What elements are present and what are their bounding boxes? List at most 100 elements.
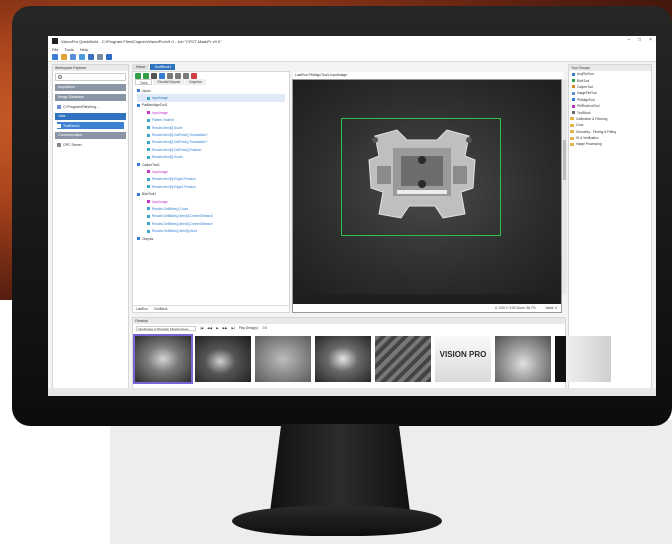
category-communication[interactable]: Communication <box>55 132 126 139</box>
tool-list-label: BlobTool <box>577 78 590 83</box>
filmstrip-thumbnail[interactable] <box>555 336 611 382</box>
folder-icon <box>570 142 574 146</box>
minimize-button[interactable]: – <box>627 37 630 43</box>
first-frame-button[interactable]: |◀ <box>200 326 203 330</box>
tree-terminal-node[interactable]: Results.GetBlobs().Count <box>137 205 285 212</box>
tab-tools[interactable]: Tools <box>135 79 153 85</box>
tree-terminal-node[interactable]: Results.GetBlobs().Item[0].CenterOfMassX <box>137 213 285 220</box>
tree-terminal-node[interactable]: Results.Item[0].Edge0.Position <box>137 176 285 183</box>
category-image-database[interactable]: Image Database <box>55 94 126 101</box>
tree-node-label: Results.Item[0].GetPose().TranslationY <box>152 140 208 145</box>
home-icon[interactable] <box>52 54 58 60</box>
play-delay-value[interactable]: 0.0 <box>263 326 267 330</box>
terminal-icon <box>147 96 150 100</box>
tool-icon <box>137 89 140 93</box>
category-jobs[interactable]: Jobs <box>55 113 126 120</box>
tree-node-label: InputImage <box>152 199 168 204</box>
footer-toolblock[interactable]: ToolBlock <box>154 307 168 311</box>
rewind-button[interactable]: ◀◀ <box>207 326 212 330</box>
tree-terminal-node[interactable]: Results.GetBlobs().Item[0].Area <box>137 227 285 234</box>
menu-bar: File Tools Help <box>48 46 656 53</box>
image-database-item-label: C:\Program\Files\Img... <box>63 104 99 109</box>
job-item[interactable]: ToolBlock1 <box>57 122 124 129</box>
tool-folder-label: Calibration & Fixturing <box>576 116 608 121</box>
open-icon[interactable] <box>61 54 67 60</box>
delete-icon[interactable] <box>191 72 197 79</box>
filmstrip-thumbnail[interactable] <box>195 336 251 382</box>
tree-node-label: Results.Item[0].Edge0.Position <box>152 177 196 182</box>
tree-terminal-node[interactable]: InputImage <box>137 94 285 102</box>
tree-terminal-node[interactable]: InputImage <box>137 109 285 116</box>
paste-icon[interactable] <box>183 72 189 79</box>
inspection-image[interactable] <box>293 80 561 294</box>
filmstrip-thumbnail[interactable] <box>375 336 431 382</box>
image-database-item[interactable]: C:\Program\Files\Img... <box>57 103 124 110</box>
fast-forward-button[interactable]: ▶▶ <box>223 326 228 330</box>
tree-tool-node[interactable]: Inputs <box>137 87 285 94</box>
terminal-icon <box>147 229 150 233</box>
tree-terminal-node[interactable]: Results.Item[0].Score <box>137 154 285 161</box>
viewer-scroll-thumb[interactable] <box>563 140 566 180</box>
tree-tool-node[interactable]: PatMaxAlignTool1 <box>137 102 285 109</box>
tree-terminal-node[interactable]: Results.Item[0].GetPose().Rotation <box>137 146 285 153</box>
footer-lastrun[interactable]: LastRun <box>136 307 148 311</box>
job-item-label: ToolBlock1 <box>63 123 80 128</box>
menu-file[interactable]: File <box>52 47 58 52</box>
tab-graphics[interactable]: Graphics <box>185 79 206 85</box>
tree-tool-node[interactable]: CaliperTool1 <box>137 161 285 168</box>
tool-groups-list: AcqFifoTool BlobTool CaliperTool ImageFileT… <box>569 71 651 148</box>
maximize-button[interactable]: □ <box>638 37 641 43</box>
close-button[interactable]: × <box>649 37 652 43</box>
folder-icon <box>570 123 574 127</box>
stop-icon[interactable] <box>151 72 157 79</box>
category-acquisition[interactable]: Acquisition <box>55 84 126 91</box>
tree-tool-node[interactable]: Outputs <box>137 235 285 242</box>
terminal-icon <box>147 177 150 181</box>
viewer-scrollbar[interactable] <box>562 80 567 294</box>
tab-toolblock1[interactable]: ToolBlock1 <box>150 64 176 70</box>
menu-help[interactable]: Help <box>80 47 88 52</box>
tool-folder-label: Color <box>576 123 584 128</box>
explorer-search-input[interactable] <box>55 73 126 81</box>
tree-terminal-node[interactable]: InputImage <box>137 198 285 205</box>
tree-terminal-node[interactable]: Results.Item[0].GetPose().TranslationX <box>137 131 285 138</box>
menu-tools[interactable]: Tools <box>64 47 73 52</box>
cut-icon[interactable] <box>167 72 173 79</box>
tree-terminal-node[interactable]: Results.Item[0].GetPose().TranslationY <box>137 139 285 146</box>
tree-node-label: Results.Item[0].Score <box>152 125 183 130</box>
tree-node-label: Results.Item[0].GetPose().TranslationX <box>152 133 208 138</box>
save-all-icon[interactable] <box>79 54 85 60</box>
play-button[interactable]: ▶ <box>216 326 218 330</box>
copy-icon[interactable] <box>175 72 181 79</box>
filmstrip-thumbnail[interactable]: VISION PRO <box>435 336 491 382</box>
run-continuous-icon[interactable] <box>143 72 149 79</box>
terminal-icon <box>147 222 150 226</box>
filmstrip-thumbnail[interactable] <box>133 334 193 384</box>
save-icon[interactable] <box>70 54 76 60</box>
filmstrip-path-field[interactable]: InputImage.C:\Program Files\Cognex\ <box>136 325 196 331</box>
run-icon[interactable] <box>135 72 141 79</box>
filmstrip-thumbnail[interactable] <box>495 336 551 382</box>
tool-folder-item[interactable]: Image Processing <box>569 141 651 147</box>
filmstrip-thumbnail[interactable] <box>315 336 371 382</box>
tree-tool-node[interactable]: BlobTool1 <box>137 190 285 197</box>
tree-terminal-node[interactable]: InputImage <box>137 168 285 175</box>
add-tool-icon[interactable] <box>159 72 165 79</box>
workspace-explorer-header: Workspace Explorer <box>53 65 128 71</box>
tab-home[interactable]: Home <box>132 64 150 70</box>
document-tabs: Home ToolBlock1 <box>132 64 592 70</box>
layout-icon[interactable] <box>106 54 112 60</box>
comm-item[interactable]: OPC Server <box>57 141 124 148</box>
tree-terminal-node[interactable]: Results.GetBlobs().Item[0].CenterOfMassY <box>137 220 285 227</box>
tool-list-label: AcqFifoTool <box>577 72 594 77</box>
window-controls: – □ × <box>627 37 652 43</box>
tree-terminal-node[interactable]: Pattern.Trained <box>137 117 285 124</box>
settings-icon[interactable] <box>97 54 103 60</box>
filmstrip-thumbnail[interactable] <box>255 336 311 382</box>
tree-terminal-node[interactable]: Results.Item[0].Score <box>137 124 285 131</box>
last-frame-button[interactable]: ▶| <box>232 326 235 330</box>
tab-results-outputs[interactable]: Results/Outputs <box>153 79 185 85</box>
tree-terminal-node[interactable]: Results.Item[0].Edge1.Position <box>137 183 285 190</box>
tool-icon <box>572 104 575 108</box>
camera-icon[interactable] <box>88 54 94 60</box>
